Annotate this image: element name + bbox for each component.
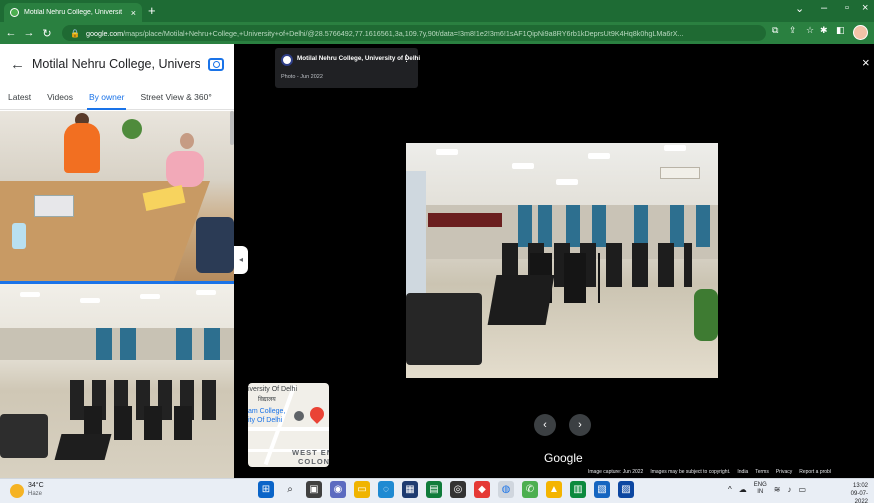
google-logo: Google (544, 451, 583, 465)
new-tab-plus-icon[interactable]: + (148, 3, 156, 19)
next-photo-arrow-icon[interactable]: › (569, 414, 591, 436)
whatsapp-icon[interactable]: ✆ (522, 481, 538, 498)
profile-avatar[interactable] (853, 25, 868, 40)
excel-icon[interactable]: ▤ (426, 481, 442, 498)
antivirus-shield-icon[interactable]: ◆ (474, 481, 490, 498)
back-arrow-icon[interactable]: ← (10, 56, 32, 73)
tray-overflow-chevron-icon[interactable]: ^ (728, 485, 732, 494)
volume-icon[interactable]: ♪ (787, 485, 791, 494)
add-photo-camera-icon[interactable] (208, 57, 224, 71)
clock[interactable]: 13:02 09-07-2022 (838, 482, 868, 503)
browser-tab[interactable]: Motilal Nehru College, Universit × (4, 3, 142, 22)
maps-favicon-icon (10, 8, 19, 17)
language-indicator[interactable]: ENG IN (754, 482, 767, 496)
store-icon[interactable]: ▦ (402, 481, 418, 498)
collapse-panel-chevron-icon[interactable]: ◂ (234, 246, 248, 274)
main-photo[interactable] (406, 143, 718, 378)
reload-icon[interactable]: ↻ (40, 27, 54, 40)
screen: Motilal Nehru College, Universit × + ⌄ –… (0, 0, 874, 503)
photos-side-panel: ← Motilal Nehru College, University ... … (0, 44, 234, 478)
tab-search-chevron-icon[interactable]: ⌄ (795, 2, 804, 15)
tab-videos[interactable]: Videos (39, 84, 81, 110)
weather-widget[interactable]: 34°C Haze (28, 482, 44, 498)
photo-thumbnail-common-room[interactable] (0, 284, 234, 478)
share-icon[interactable]: ⇪ (789, 25, 797, 36)
college-poi-icon (294, 411, 304, 421)
forward-arrow-icon[interactable]: → (22, 27, 36, 39)
temperature: 34°C (28, 482, 44, 489)
close-viewer-icon[interactable]: × (862, 55, 870, 70)
word-icon[interactable]: ▧ (594, 481, 610, 498)
back-arrow-icon[interactable]: ← (4, 27, 18, 39)
chat-icon[interactable]: ◉ (330, 481, 346, 498)
search-icon[interactable]: ⌕ (282, 481, 298, 498)
sheets-icon[interactable]: ▥ (570, 481, 586, 498)
weather-sun-icon[interactable] (10, 484, 24, 498)
battery-icon[interactable]: ▭ (798, 485, 806, 494)
photo-filter-tabs: Latest Videos By owner Street View & 360… (0, 84, 234, 110)
taskbar-apps: ⊞ ⌕ ▣ ◉ ▭ ◌ ▦ ▤ ◎ ◆ ◍ ✆ ▲ ▥ ▧ ▨ (258, 481, 634, 498)
tab-close-icon[interactable]: × (131, 8, 136, 18)
tab-title: Motilal Nehru College, Universit (24, 9, 123, 16)
close-window-icon[interactable]: × (862, 2, 868, 14)
more-options-icon[interactable]: ⋮ (402, 53, 411, 64)
weather-condition: Haze (28, 491, 43, 497)
lock-icon: 🔒 (70, 28, 80, 38)
task-view-icon[interactable]: ▣ (306, 481, 322, 498)
college-logo-icon (281, 54, 293, 66)
minimize-icon[interactable]: – (821, 2, 827, 14)
url-text: google.com/maps/place/Motilal+Nehru+Coll… (85, 28, 684, 38)
tab-by-owner[interactable]: By owner (81, 84, 132, 110)
browser-tab-strip: Motilal Nehru College, Universit × + ⌄ –… (0, 0, 874, 22)
chrome-icon[interactable]: ◍ (498, 481, 514, 498)
place-title: Motilal Nehru College, University ... (32, 57, 200, 71)
bookmark-star-icon[interactable]: ☆ (806, 25, 814, 36)
restore-icon[interactable]: ▫ (845, 2, 849, 14)
browser-toolbar: ← → ↻ 🔒 google.com/maps/place/Motilal+Ne… (0, 22, 874, 44)
maps-icon[interactable]: ▲ (546, 481, 562, 498)
extensions-puzzle-icon[interactable]: ✱ (820, 25, 828, 36)
windows-start-icon[interactable]: ⊞ (258, 481, 274, 498)
file-explorer-icon[interactable]: ▭ (354, 481, 370, 498)
tab-latest[interactable]: Latest (0, 84, 39, 110)
address-bar[interactable]: 🔒 google.com/maps/place/Motilal+Nehru+Co… (62, 25, 766, 41)
previous-photo-arrow-icon[interactable]: ‹ (534, 414, 556, 436)
panel-header: ← Motilal Nehru College, University ... (0, 44, 234, 84)
wifi-icon[interactable]: ≋ (774, 485, 781, 494)
photo-thumbnail-office[interactable] (0, 111, 234, 281)
tab-street-view-360[interactable]: Street View & 360° (132, 84, 219, 110)
photo-info-card: Motilal Nehru College, University of Del… (275, 48, 420, 88)
photos-icon[interactable]: ▨ (618, 481, 634, 498)
google-lens-icon[interactable]: ⧉ (772, 25, 778, 36)
system-tray: ^ ☁ ENG IN ≋ ♪ ▭ (728, 482, 806, 496)
media-player-icon[interactable]: ◎ (450, 481, 466, 498)
photo-date: Photo - Jun 2022 (281, 74, 323, 80)
minimap[interactable]: iversity Of Delhi विद्यालय am College, i… (248, 383, 329, 467)
location-pin-icon (307, 404, 327, 424)
onedrive-cloud-icon[interactable]: ☁ (739, 485, 747, 494)
side-panel-icon[interactable]: ◧ (836, 25, 845, 36)
edge-browser-icon[interactable]: ◌ (378, 481, 394, 498)
